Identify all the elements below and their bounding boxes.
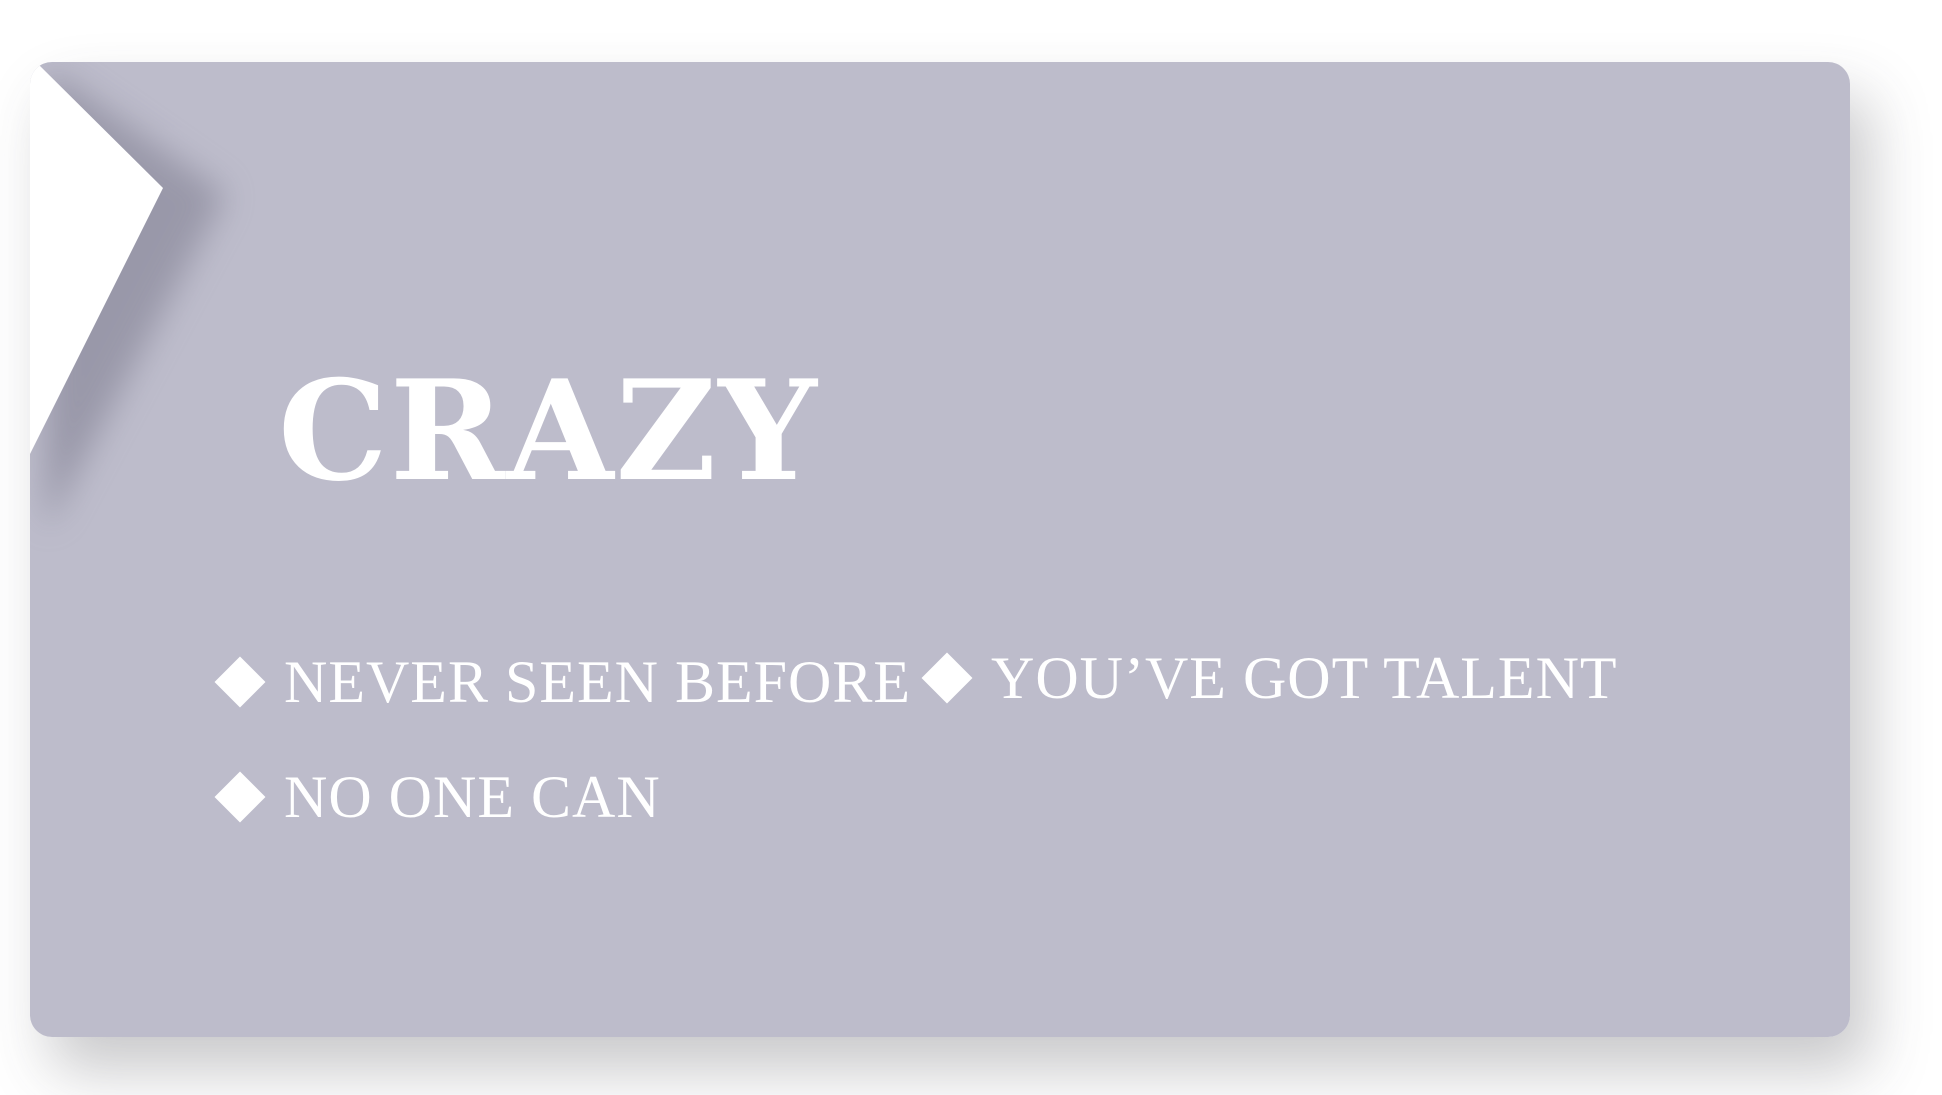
slide-canvas: CRAZY NEVER SEEN BEFORE YOU’VE GOT TALEN…: [0, 0, 1942, 1095]
slide-title: CRAZY: [278, 349, 819, 512]
bullet-text: YOU’VE GOT TALENT: [991, 645, 1618, 711]
bullet-item: NO ONE CAN: [214, 764, 661, 830]
diamond-bullet-icon: [921, 652, 973, 704]
diamond-bullet-icon: [214, 771, 266, 823]
slide-card: CRAZY NEVER SEEN BEFORE YOU’VE GOT TALEN…: [30, 62, 1850, 1037]
card-background: [30, 62, 1850, 1037]
bullet-text: NEVER SEEN BEFORE: [284, 649, 912, 715]
card-shape: [30, 62, 1850, 1037]
bullet-item: YOU’VE GOT TALENT: [921, 645, 1618, 711]
bullet-text: NO ONE CAN: [284, 764, 661, 830]
bullet-item: NEVER SEEN BEFORE: [214, 649, 912, 715]
diamond-bullet-icon: [214, 656, 266, 708]
